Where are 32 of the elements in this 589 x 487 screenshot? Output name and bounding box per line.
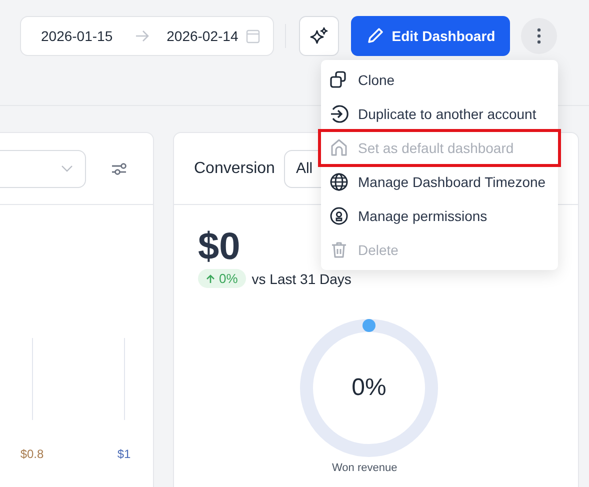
home-icon [329,138,349,158]
date-range-field[interactable]: 2026-01-15 2026-02-14 [20,16,274,56]
menu-item[interactable]: Clone [321,63,558,97]
chevron-down-icon [61,164,73,172]
settings-sliders-icon[interactable] [111,162,127,176]
start-date: 2026-01-15 [41,28,113,44]
arrow-circle-icon [329,104,349,124]
pencil-icon [366,27,384,45]
card-title: Conversion [194,160,275,178]
sparkle-button[interactable] [299,16,339,56]
arrow-right-icon [134,30,149,42]
more-vertical-icon [537,28,541,44]
gauge-caption: Won revenue [332,462,398,474]
axis-label: $0.8 [20,447,44,461]
revenue-value: $0 [198,225,240,269]
axis-label: $1 [117,447,131,461]
trash-icon [329,240,349,260]
globe-icon [329,172,349,192]
clone-icon [329,70,349,90]
gauge-value: 0% [350,374,388,402]
more-options-button[interactable] [521,18,557,54]
edit-dashboard-button[interactable]: Edit Dashboard [351,16,510,56]
sparkle-icon [309,26,329,46]
comparison-text: vs Last 31 Days [252,270,352,286]
menu-item[interactable]: Manage permissions [321,199,558,233]
calendar-icon[interactable] [246,28,260,44]
change-badge: 0% [198,269,246,288]
select-field[interactable] [0,150,86,188]
arrow-up-icon [206,274,215,284]
lock-icon [329,206,349,226]
end-date: 2026-02-14 [166,28,238,44]
menu-item[interactable]: Duplicate to another account [321,97,558,131]
